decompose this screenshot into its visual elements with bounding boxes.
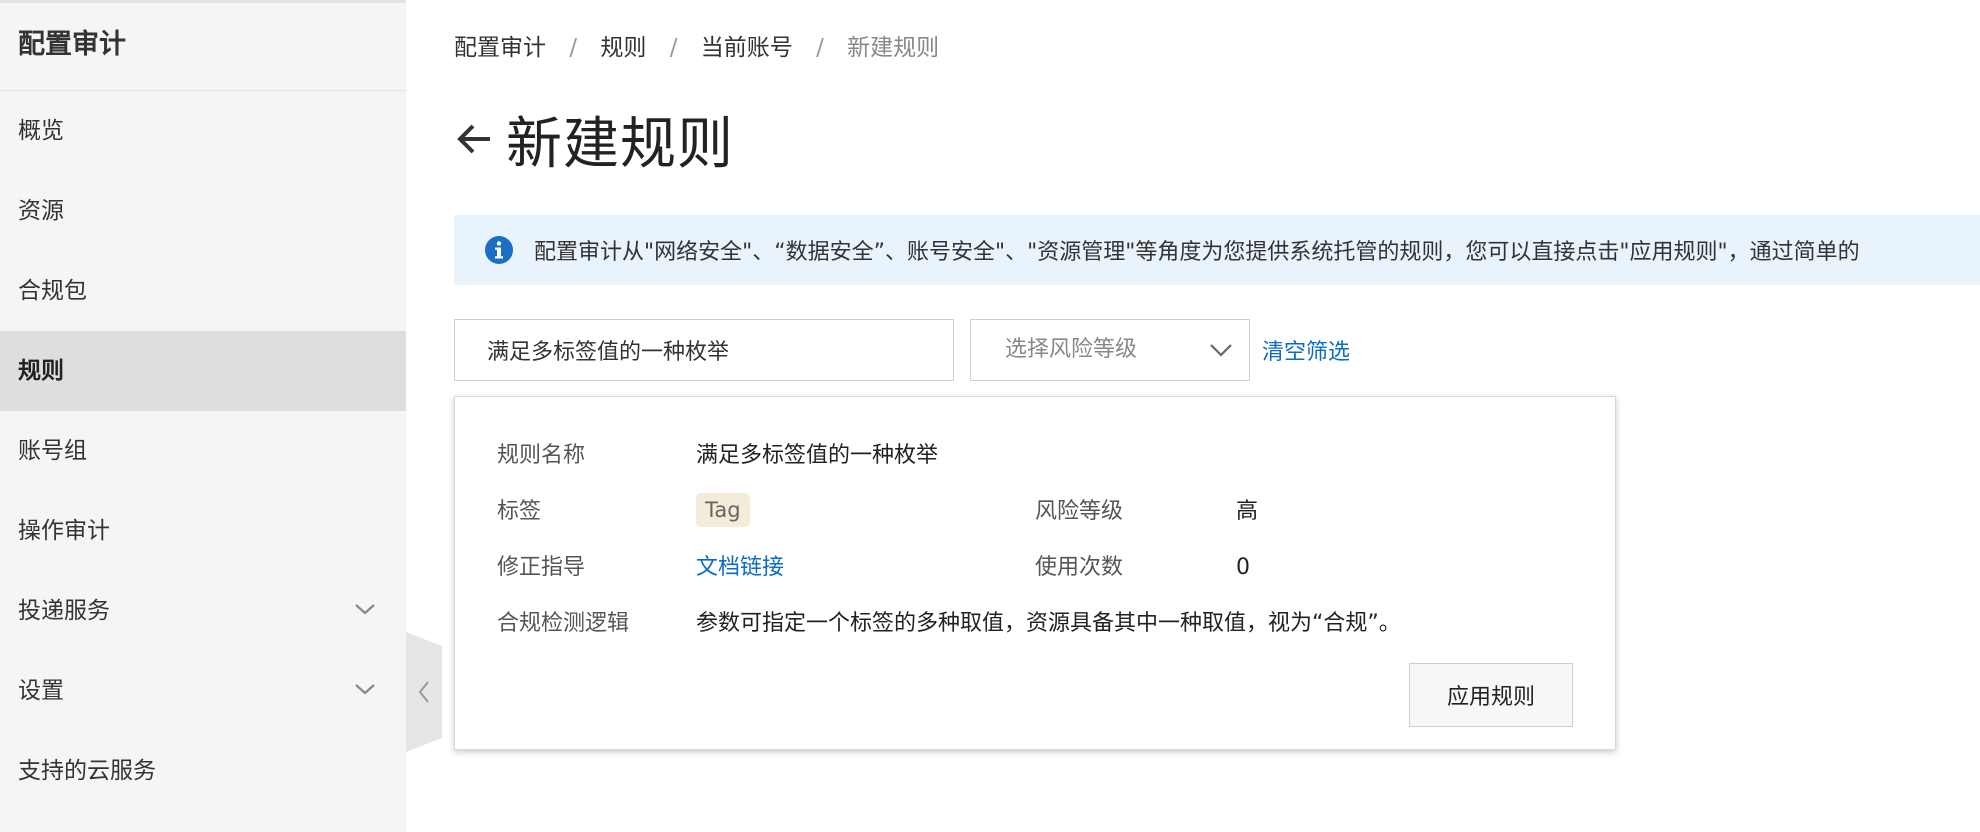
sidebar-item-label: 设置 <box>18 678 64 704</box>
rule-name-label: 规则名称 <box>497 443 586 468</box>
apply-rule-button[interactable]: 应用规则 <box>1409 663 1573 727</box>
chevron-down-icon <box>355 604 375 615</box>
page-title: 新建规则 <box>506 111 734 177</box>
breadcrumb: 配置审计 / 规则 / 当前账号 / 新建规则 <box>454 28 939 62</box>
chevron-down-icon <box>355 684 375 695</box>
breadcrumb-separator: / <box>669 35 678 61</box>
usage-count-value: 0 <box>1236 555 1250 580</box>
usage-count-label: 使用次数 <box>1035 555 1124 580</box>
clear-filter-link[interactable]: 清空筛选 <box>1262 334 1350 366</box>
compliance-logic-value: 参数可指定一个标签的多种取值，资源具备其中一种取值，视为“合规”。 <box>696 611 1401 636</box>
rule-card: 规则名称 满足多标签值的一种枚举 标签 Tag 风险等级 高 修正指导 文档链接… <box>454 396 1616 750</box>
info-banner: 配置审计从"网络安全"、“数据安全”、账号安全"、"资源管理"等角度为您提供系统… <box>454 215 1980 285</box>
sidebar-item-resources[interactable]: 资源 <box>0 171 406 251</box>
sidebar-item-supported-services[interactable]: 支持的云服务 <box>0 731 406 811</box>
rule-name-value: 满足多标签值的一种枚举 <box>696 443 939 468</box>
risk-level-placeholder: 选择风险等级 <box>1005 337 1138 362</box>
fix-guide-label: 修正指导 <box>497 555 586 580</box>
breadcrumb-separator: / <box>816 35 824 61</box>
sidebar-item-settings[interactable]: 设置 <box>0 651 406 731</box>
doc-link[interactable]: 文档链接 <box>696 553 784 583</box>
risk-level-value: 高 <box>1236 499 1259 524</box>
back-arrow-icon[interactable] <box>454 119 494 159</box>
sidebar: 配置审计 概览 资源 合规包 规则 账号组 操作审计 投递服务 设置 支持的云服… <box>0 0 406 832</box>
breadcrumb-item-config-audit[interactable]: 配置审计 <box>454 35 546 61</box>
info-icon <box>485 236 513 264</box>
compliance-logic-label: 合规检测逻辑 <box>497 611 630 636</box>
rule-search-input[interactable] <box>454 319 954 381</box>
sidebar-item-overview[interactable]: 概览 <box>0 91 406 171</box>
main-content: 配置审计 / 规则 / 当前账号 / 新建规则 新建规则 配置审计从"网络安全"… <box>454 0 1980 832</box>
sidebar-collapse-handle[interactable] <box>406 632 442 752</box>
risk-level-label: 风险等级 <box>1035 499 1124 524</box>
breadcrumb-item-new-rule: 新建规则 <box>847 35 940 61</box>
sidebar-item-label: 投递服务 <box>18 598 110 624</box>
sidebar-title: 配置审计 <box>0 3 406 91</box>
banner-text: 配置审计从"网络安全"、“数据安全”、账号安全"、"资源管理"等角度为您提供系统… <box>534 240 1860 265</box>
breadcrumb-separator: / <box>569 35 578 61</box>
risk-level-select[interactable]: 选择风险等级 <box>970 319 1250 381</box>
sidebar-item-delivery[interactable]: 投递服务 <box>0 571 406 651</box>
sidebar-item-action-audit[interactable]: 操作审计 <box>0 491 406 571</box>
chevron-down-icon <box>1210 344 1232 357</box>
page: 配置审计 概览 资源 合规包 规则 账号组 操作审计 投递服务 设置 支持的云服… <box>0 0 1980 832</box>
title-row: 新建规则 <box>454 104 734 177</box>
sidebar-item-account-groups[interactable]: 账号组 <box>0 411 406 491</box>
breadcrumb-item-rules[interactable]: 规则 <box>600 35 646 61</box>
filter-row: 选择风险等级 清空筛选 <box>454 318 1350 382</box>
tag-label: 标签 <box>497 499 542 524</box>
sidebar-item-rules[interactable]: 规则 <box>0 331 406 411</box>
tag-badge: Tag <box>696 493 750 527</box>
sidebar-item-compliance-packs[interactable]: 合规包 <box>0 251 406 331</box>
breadcrumb-item-current-account[interactable]: 当前账号 <box>701 35 793 61</box>
